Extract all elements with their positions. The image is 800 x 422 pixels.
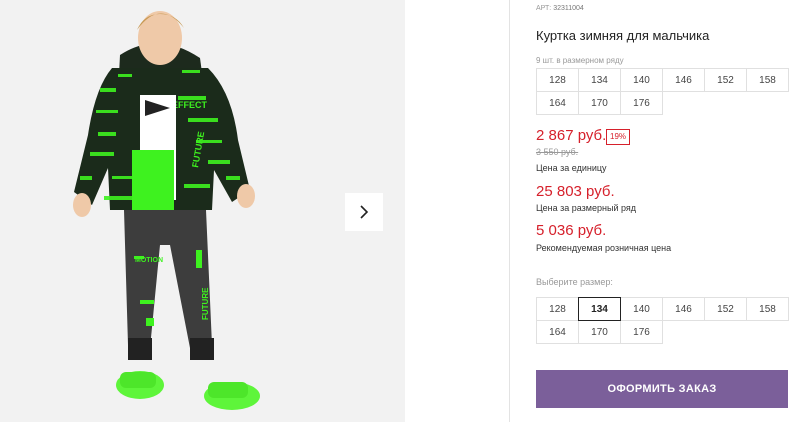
choose-size-label: Выберите размер:: [536, 277, 613, 287]
size-row-cell: 140: [620, 68, 663, 92]
size-option-140[interactable]: 140: [620, 297, 663, 321]
size-option-170[interactable]: 170: [578, 320, 621, 344]
old-price: 3 550 руб.: [536, 147, 579, 157]
size-option-176[interactable]: 176: [620, 320, 663, 344]
size-row-cell: 164: [536, 91, 579, 115]
jacket-print-effect: EFFECT: [172, 100, 208, 110]
unit-price: 2 867 руб.: [536, 127, 607, 144]
size-row-grid: 128 134 140 146 152 158 164 170 176: [536, 68, 789, 115]
product-image-gallery: EFFECT FUTURE MOTION FUTURE: [0, 0, 405, 422]
size-option-134[interactable]: 134: [578, 297, 621, 321]
gallery-next-button[interactable]: [345, 193, 383, 231]
size-row-cell: 152: [704, 68, 747, 92]
size-row-cell: 134: [578, 68, 621, 92]
unit-price-caption: Цена за единицу: [536, 163, 607, 173]
size-row-cell: 158: [746, 68, 789, 92]
article-number: АРТ: 32311004: [536, 5, 584, 12]
size-row-cell: 128: [536, 68, 579, 92]
discount-badge: 19%: [606, 129, 631, 145]
article-value: 32311004: [553, 5, 584, 12]
chevron-right-icon: [360, 205, 369, 219]
size-row-cell: 176: [620, 91, 663, 115]
row-price-caption: Цена за размерный ряд: [536, 203, 637, 213]
size-row-note: 9 шт. в размерном ряду: [536, 56, 624, 65]
size-option-128[interactable]: 128: [536, 297, 579, 321]
row-price: 25 803 руб.: [536, 183, 615, 200]
product-title: Куртка зимняя для мальчика: [536, 28, 710, 43]
retail-price-caption: Рекомендуемая розничная цена: [536, 243, 672, 253]
size-option-146[interactable]: 146: [662, 297, 705, 321]
size-option-158[interactable]: 158: [746, 297, 789, 321]
size-selector: 128 134 140 146 152 158 164 170 176: [536, 297, 789, 344]
size-option-152[interactable]: 152: [704, 297, 747, 321]
retail-price: 5 036 руб.: [536, 222, 607, 239]
size-row-cell: 170: [578, 91, 621, 115]
article-label: АРТ:: [536, 5, 552, 12]
pants-print-future: FUTURE: [201, 287, 210, 320]
pants-print-motion: MOTION: [135, 257, 163, 264]
vertical-divider: [509, 0, 510, 422]
order-button[interactable]: ОФОРМИТЬ ЗАКАЗ: [536, 370, 788, 408]
size-row-cell: 146: [662, 68, 705, 92]
size-option-164[interactable]: 164: [536, 320, 579, 344]
